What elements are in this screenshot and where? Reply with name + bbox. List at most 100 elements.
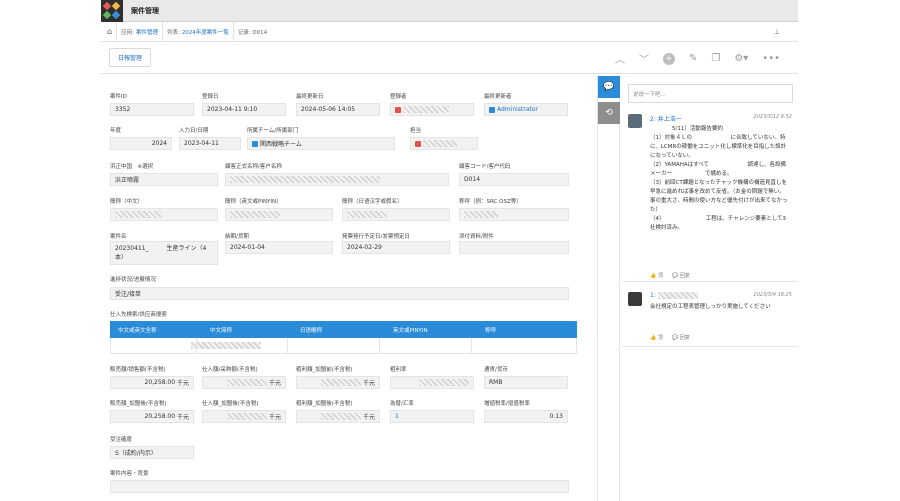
list-item: 1: 2023/5/4 18:25 会社規定の工程表管理しっかり実施してください… <box>622 292 798 347</box>
abbr-cn-label: 簡称（中文） <box>110 199 144 205</box>
content-label: 案件内容・背景 <box>110 471 149 477</box>
user-icon <box>415 140 421 147</box>
user-icon <box>489 106 495 113</box>
progress-label: 進捗状況/进展情况 <box>110 277 156 283</box>
vat-value: 0.13 <box>484 410 568 423</box>
comment-author[interactable]: 1: <box>650 292 698 299</box>
title-ex-value <box>459 208 569 221</box>
registrant-value <box>390 103 474 116</box>
breadcrumb-list-link[interactable]: 2024年度案件一覧 <box>182 28 229 36</box>
breadcrumb-app-label: 应用: <box>121 29 134 36</box>
margin-value <box>390 376 474 389</box>
comment-body: 5/11）活動報告要約 （1）対象４Ｌの に合致していない。特に、LCMRの稼働… <box>650 126 788 231</box>
abbr-jp-label: 簡称（日语汉字或假名） <box>342 199 403 205</box>
purchase-value: 千元 <box>202 376 286 389</box>
app-logo-icon[interactable] <box>101 0 123 22</box>
year-label: 年度 <box>110 128 122 134</box>
gross-add-value: 千元 <box>296 410 380 423</box>
list-item: 2: 井上浩一 2023/5/12 8:52 5/11）活動報告要約 （1）対象… <box>622 114 798 282</box>
exchange-value: 1 <box>390 410 474 423</box>
purchase-add-label: 仕入額_加盟後(不含税) <box>202 401 259 407</box>
abbr-pinyin-value <box>225 208 333 221</box>
region-value: 浜正噴霧 <box>110 173 218 186</box>
breadcrumb: ⌂ 应用: 案件管理 列表: 2024年度案件一覧 记录: D014 ⊥ <box>101 21 798 42</box>
supplier-table-header: 中文或英文全称 中文简称 日语略称 英文或PINYIN 称呼 <box>110 321 577 338</box>
suppliers-label: 仕入先検索/供应商搜索 <box>110 312 167 318</box>
comment-time: 2023/5/4 18:25 <box>753 292 792 298</box>
entry-date-value: 2023-04-11 <box>179 137 241 150</box>
abbr-cn-value <box>110 208 218 221</box>
app-header: 案件管理 <box>101 0 798 22</box>
supplier-col-fullname: 中文或英文全称 <box>118 327 157 334</box>
comment-time: 2023/5/12 8:52 <box>753 114 792 120</box>
comment-input[interactable]: 说说一下吧... <box>628 84 793 103</box>
comment-author[interactable]: 2: 井上浩一 <box>650 114 682 123</box>
history-tab-icon[interactable]: ⟲ <box>598 102 620 124</box>
record-toolbar: 日報管理 ︿ ﹀ + ✎ ❐ ⚙▾ ••• <box>101 42 798 74</box>
table-row[interactable] <box>110 338 577 354</box>
deadline-label: 納期/货期 <box>225 234 249 240</box>
breadcrumb-app-link[interactable]: 案件管理 <box>136 28 158 36</box>
gear-icon[interactable]: ⚙▾ <box>734 53 748 64</box>
add-icon[interactable]: + <box>662 52 675 65</box>
chevron-down-icon[interactable]: ﹀ <box>639 51 649 66</box>
progress-value: 受注/接单 <box>110 287 569 300</box>
reply-button[interactable]: 💬 回复 <box>672 272 690 279</box>
accuracy-label: 受注確度 <box>110 437 133 443</box>
duplicate-icon[interactable]: ❐ <box>711 53 720 64</box>
case-name-label: 案件名 <box>110 234 127 240</box>
chevron-up-icon[interactable]: ︿ <box>615 51 625 66</box>
customer-code-value: D014 <box>459 173 569 186</box>
year-value: 2024 <box>110 137 172 150</box>
updated-value: 2024-05-06 14:05 <box>296 103 380 116</box>
case-id-value: 3352 <box>110 103 194 116</box>
sales-add-label: 販売額_加盟後(不含税) <box>110 401 167 407</box>
customer-name-label: 顧客正式名称/客户名称 <box>225 164 282 170</box>
attachments-label: 添付資料/附件 <box>459 234 494 240</box>
daily-report-button[interactable]: 日報管理 <box>109 48 152 67</box>
app-window: 案件管理 ⌂ 应用: 案件管理 列表: 2024年度案件一覧 记录: D014 … <box>101 0 798 501</box>
team-label: 所属チーム/所属部门 <box>247 128 299 134</box>
registrant-label: 登録者 <box>390 94 407 100</box>
breadcrumb-list-label: 列表: <box>166 29 180 36</box>
sales-add-value: 20,258.00 千元 <box>110 410 194 423</box>
currency-value: RMB <box>484 376 568 389</box>
breadcrumb-record: 记录: D014 <box>237 29 268 36</box>
like-button[interactable]: 👍 顶 <box>650 272 663 279</box>
invoice-date-value: 2024-02-29 <box>342 241 450 254</box>
region-label: 浜正中国 ※選択 <box>110 164 154 170</box>
attachments-value[interactable] <box>459 241 569 254</box>
updated-label: 最終更新日 <box>296 94 324 100</box>
reg-date-value: 2023-04-11 9:10 <box>202 103 286 116</box>
invoice-date-label: 発票発行予定日/发票预定日 <box>342 234 410 240</box>
supplier-col-jp-abbr: 日语略称 <box>300 327 323 334</box>
side-tabs: 💬 ⟲ <box>598 76 620 501</box>
owner-label: 担当 <box>410 128 422 134</box>
gross-add-label: 粗利額_加盟後(不含税) <box>296 401 353 407</box>
accuracy-value: S（成約/内示） <box>110 446 194 459</box>
home-icon[interactable]: ⌂ <box>107 27 112 36</box>
sales-label: 販売額/销售额(不含税) <box>110 367 166 373</box>
updater-value[interactable]: Administrator <box>484 103 568 116</box>
avatar <box>628 114 642 128</box>
supplier-col-title: 称呼 <box>485 327 497 334</box>
more-icon[interactable]: ••• <box>762 53 780 64</box>
edit-icon[interactable]: ✎ <box>689 53 697 64</box>
supplier-col-cn-abbr: 中文简称 <box>210 327 233 334</box>
pin-icon[interactable]: ⊥ <box>774 28 780 36</box>
abbr-jp-value <box>342 208 450 221</box>
customer-code-label: 顧客コード/客户代码 <box>459 164 511 170</box>
app-title: 案件管理 <box>131 6 159 15</box>
like-button[interactable]: 👍 顶 <box>650 334 663 341</box>
comment-body: 会社規定の工程表管理しっかり実施してください <box>650 304 793 310</box>
reg-date-label: 登録日 <box>202 94 219 100</box>
supplier-col-pinyin: 英文或PINYIN <box>393 327 428 334</box>
updater-label: 最終更新者 <box>484 94 512 100</box>
comment-tab-icon[interactable]: 💬 <box>598 76 620 98</box>
sales-value: 20,258.00 千元 <box>110 376 194 389</box>
margin-label: 粗利率 <box>390 367 407 373</box>
purchase-add-value: 千元 <box>202 410 286 423</box>
currency-label: 通貨/货币 <box>484 367 508 373</box>
vat-label: 増値税率/增值税率 <box>484 401 530 407</box>
reply-button[interactable]: 💬 回复 <box>672 334 690 341</box>
